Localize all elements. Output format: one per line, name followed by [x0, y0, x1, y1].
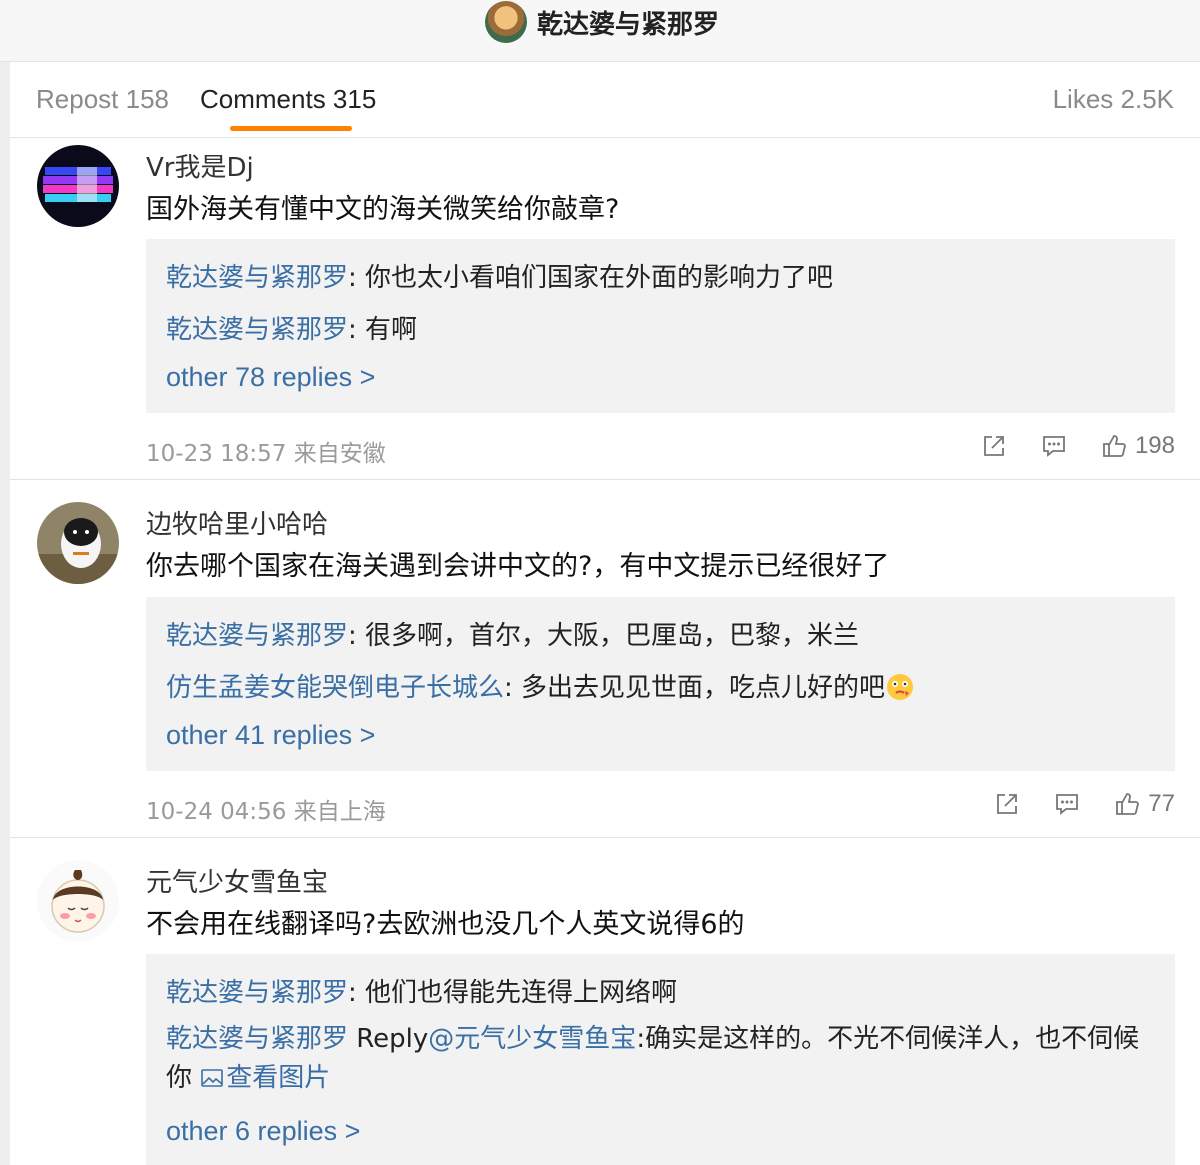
- reply-item: 乾达婆与紧那罗 Reply@元气少女雪鱼宝:确实是这样的。不光不伺候洋人，也不伺…: [166, 1020, 1146, 1098]
- replies-box: 乾达婆与紧那罗: 他们也得能先连得上网络啊 乾达婆与紧那罗 Reply@元气少女…: [146, 954, 1175, 1165]
- more-replies-link[interactable]: other 78 replies >: [166, 362, 375, 393]
- active-tab-indicator: [230, 126, 352, 131]
- comment-text: 不会用在线翻译吗?去欧洲也没几个人英文说得6的: [146, 909, 745, 940]
- avatar[interactable]: [37, 860, 119, 942]
- reply-item: 乾达婆与紧那罗: 很多啊，首尔，大阪，巴厘岛，巴黎，米兰: [166, 615, 859, 652]
- reply-username[interactable]: 乾达婆与紧那罗: [166, 621, 348, 651]
- comment-item: Vr我是Dj 国外海关有懂中文的海关微笑给你敲章? 乾达婆与紧那罗: 你也太小看…: [10, 139, 1200, 480]
- reply-text: 多出去见见世面，吃点儿好的吧: [521, 673, 886, 703]
- comment-username[interactable]: 边牧哈里小哈哈: [146, 504, 328, 541]
- emoji-icon: [885, 672, 915, 702]
- reply-item: 乾达婆与紧那罗: 你也太小看咱们国家在外面的影响力了吧: [166, 257, 833, 294]
- replies-box: 乾达婆与紧那罗: 你也太小看咱们国家在外面的影响力了吧 乾达婆与紧那罗: 有啊 …: [146, 239, 1175, 413]
- more-replies-link[interactable]: other 6 replies >: [166, 1116, 360, 1147]
- comment-username[interactable]: 元气少女雪鱼宝: [146, 862, 328, 899]
- like-count: 198: [1134, 432, 1175, 459]
- comment-username[interactable]: Vr我是Dj: [146, 147, 254, 184]
- tab-likes[interactable]: Likes 2.5K: [1053, 84, 1174, 115]
- author-avatar[interactable]: [485, 1, 527, 43]
- reply-mention[interactable]: @元气少女雪鱼宝: [428, 1024, 636, 1054]
- comment-icon[interactable]: [1041, 433, 1067, 459]
- reply-prefix: Reply: [356, 1024, 429, 1054]
- comment-text: 国外海关有懂中文的海关微笑给你敲章?: [146, 194, 620, 225]
- comment-actions: 77: [960, 789, 1175, 819]
- reply-separator: :: [636, 1024, 646, 1054]
- title-bar: 乾达婆与紧那罗: [0, 0, 1200, 62]
- share-icon[interactable]: [994, 791, 1020, 817]
- comment-item: 边牧哈里小哈哈 你去哪个国家在海关遇到会讲中文的?，有中文提示已经很好了 乾达婆…: [10, 480, 1200, 838]
- left-edge-strip: [0, 62, 10, 1165]
- view-image-label: 查看图片: [226, 1063, 331, 1093]
- reply-username[interactable]: 乾达婆与紧那罗: [166, 263, 348, 293]
- reply-item: 乾达婆与紧那罗: 他们也得能先连得上网络啊: [166, 972, 677, 1009]
- reply-username[interactable]: 乾达婆与紧那罗: [166, 978, 348, 1008]
- reply-separator: :: [348, 315, 366, 345]
- reply-text: 你也太小看咱们国家在外面的影响力了吧: [365, 263, 834, 293]
- comment-text: 你去哪个国家在海关遇到会讲中文的?，有中文提示已经很好了: [146, 551, 890, 582]
- like-icon[interactable]: [1114, 791, 1140, 817]
- reply-separator: :: [348, 978, 366, 1008]
- view-image-link[interactable]: 查看图片: [200, 1063, 330, 1093]
- reply-username[interactable]: 乾达婆与紧那罗: [166, 315, 348, 345]
- reply-text: 很多啊，首尔，大阪，巴厘岛，巴黎，米兰: [365, 621, 860, 651]
- comment-meta: 10-24 04:56 来自上海: [146, 799, 386, 825]
- reply-text: 他们也得能先连得上网络啊: [365, 978, 678, 1008]
- tab-repost[interactable]: Repost 158: [36, 84, 169, 115]
- comment-meta: 10-23 18:57 来自安徽: [146, 441, 386, 467]
- more-replies-link[interactable]: other 41 replies >: [166, 720, 375, 751]
- avatar[interactable]: [37, 145, 119, 227]
- tab-comments[interactable]: Comments 315: [200, 84, 376, 115]
- tab-bar: Repost 158 Comments 315 Likes 2.5K: [10, 62, 1200, 138]
- reply-text: 有啊: [365, 315, 418, 345]
- page-title: 乾达婆与紧那罗: [537, 10, 720, 40]
- reply-separator: :: [348, 263, 366, 293]
- replies-box: 乾达婆与紧那罗: 很多啊，首尔，大阪，巴厘岛，巴黎，米兰 仿生孟姜女能哭倒电子长…: [146, 597, 1175, 771]
- avatar[interactable]: [37, 502, 119, 584]
- share-icon[interactable]: [981, 433, 1007, 459]
- like-count: 77: [1148, 790, 1175, 817]
- like-icon[interactable]: [1101, 433, 1127, 459]
- reply-separator: :: [504, 673, 522, 703]
- comment-item: 元气少女雪鱼宝 不会用在线翻译吗?去欧洲也没几个人英文说得6的 乾达婆与紧那罗:…: [10, 838, 1200, 1165]
- reply-item: 仿生孟姜女能哭倒电子长城么: 多出去见见世面，吃点儿好的吧: [166, 667, 915, 704]
- reply-separator: :: [348, 621, 366, 651]
- comment-icon[interactable]: [1054, 791, 1080, 817]
- image-icon: [200, 1062, 224, 1087]
- reply-item: 乾达婆与紧那罗: 有啊: [166, 309, 417, 346]
- reply-username[interactable]: 乾达婆与紧那罗: [166, 1024, 348, 1054]
- reply-username[interactable]: 仿生孟姜女能哭倒电子长城么: [166, 673, 504, 703]
- comment-actions: 198: [947, 431, 1175, 461]
